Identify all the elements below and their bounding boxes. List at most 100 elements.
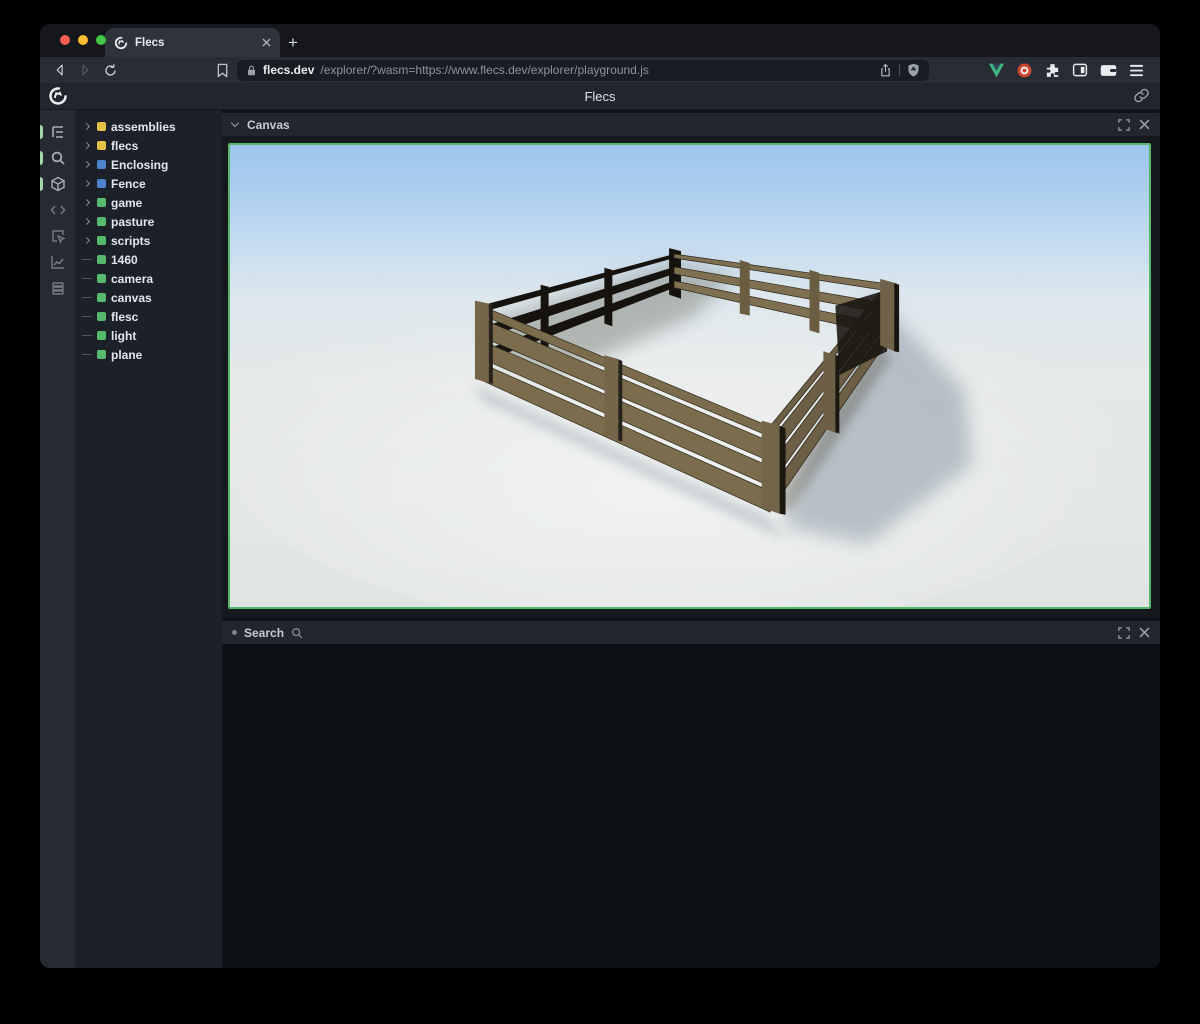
search-panel-title: Search <box>244 626 284 640</box>
canvas-panel-header[interactable]: Canvas <box>222 113 1160 136</box>
tree-item-label: assemblies <box>111 120 176 134</box>
share-icon[interactable] <box>879 63 892 78</box>
toolrail-button-entities-3d[interactable] <box>40 171 75 197</box>
tree-item-label: flecs <box>111 139 138 153</box>
tree-item-label: light <box>111 329 136 343</box>
zoom-window-button[interactable] <box>96 35 106 45</box>
tree-item-light[interactable]: light <box>75 326 222 345</box>
entity-color-swatch <box>97 141 106 150</box>
browser-window: Flecs + <box>40 24 1160 968</box>
entity-color-swatch <box>97 293 106 302</box>
close-panel-icon[interactable] <box>1139 119 1150 130</box>
reload-button[interactable] <box>100 60 120 80</box>
entity-color-swatch <box>97 160 106 169</box>
bookmark-icon[interactable] <box>212 60 232 80</box>
tree-item-plane[interactable]: plane <box>75 345 222 364</box>
red-extension-icon[interactable] <box>1014 60 1034 80</box>
extensions-puzzle-icon[interactable] <box>1042 60 1062 80</box>
tree-item-label: canvas <box>111 291 152 305</box>
expand-chevron-icon[interactable] <box>82 141 92 151</box>
reader-mode-icon[interactable] <box>1070 60 1090 80</box>
flecs-favicon-icon <box>114 36 128 50</box>
tree-item-canvas[interactable]: canvas <box>75 288 222 307</box>
shield-icon[interactable] <box>907 63 920 77</box>
tree-item-label: camera <box>111 272 153 286</box>
expand-chevron-icon[interactable] <box>82 160 92 170</box>
vue-devtools-extension-icon[interactable] <box>986 60 1006 80</box>
divider <box>899 64 900 76</box>
browser-tab[interactable]: Flecs <box>105 28 280 57</box>
toolrail-button-query[interactable] <box>40 145 75 171</box>
menu-icon[interactable] <box>1126 60 1146 80</box>
collapsed-bullet-icon[interactable] <box>232 630 237 635</box>
fullscreen-icon[interactable] <box>1118 627 1130 639</box>
search-panel-body[interactable] <box>222 644 1160 968</box>
tree-item-Fence[interactable]: Fence <box>75 174 222 193</box>
forward-button[interactable] <box>75 60 95 80</box>
active-indicator <box>40 151 43 165</box>
tree-item-camera[interactable]: camera <box>75 269 222 288</box>
url-bar[interactable]: flecs.dev/explorer/?wasm=https://www.fle… <box>237 60 929 81</box>
canvas-panel-body <box>222 136 1160 617</box>
tree-item-pasture[interactable]: pasture <box>75 212 222 231</box>
active-indicator <box>40 125 43 139</box>
chevron-down-icon[interactable] <box>232 121 240 129</box>
entity-tree-panel: assemblies flecs Enclosing Fence game pa… <box>75 110 222 968</box>
toolrail-button-scripts[interactable] <box>40 197 75 223</box>
app-header: Flecs <box>40 83 1160 110</box>
tree-item-scripts[interactable]: scripts <box>75 231 222 250</box>
toolrail-button-stats[interactable] <box>40 249 75 275</box>
wallet-icon[interactable] <box>1098 60 1118 80</box>
expand-chevron-icon[interactable] <box>82 122 92 132</box>
fence-3d-scene <box>230 145 1149 607</box>
entity-color-swatch <box>97 274 106 283</box>
close-tab-icon[interactable] <box>262 38 271 47</box>
inspect-icon <box>50 228 66 244</box>
minimize-window-button[interactable] <box>78 35 88 45</box>
tree-item-label: 1460 <box>111 253 138 267</box>
active-indicator <box>40 177 43 191</box>
3d-viewport[interactable] <box>228 143 1151 609</box>
chart-icon <box>50 254 66 270</box>
outliner-icon <box>50 124 66 140</box>
search-panel-header[interactable]: Search <box>222 621 1160 644</box>
tree-item-label: game <box>111 196 142 210</box>
browser-toolbar: flecs.dev/explorer/?wasm=https://www.fle… <box>40 57 1160 83</box>
tree-item-game[interactable]: game <box>75 193 222 212</box>
tree-item-flesc[interactable]: flesc <box>75 307 222 326</box>
tree-item-assemblies[interactable]: assemblies <box>75 117 222 136</box>
expand-chevron-icon[interactable] <box>82 217 92 227</box>
expand-chevron-icon[interactable] <box>82 198 92 208</box>
entity-color-swatch <box>97 350 106 359</box>
close-panel-icon[interactable] <box>1139 627 1150 638</box>
tree-item-Enclosing[interactable]: Enclosing <box>75 155 222 174</box>
tree-branch-line <box>82 350 92 360</box>
toolrail-button-entity-tree[interactable] <box>40 119 75 145</box>
tree-branch-line <box>82 312 92 322</box>
lock-icon <box>246 64 257 77</box>
back-button[interactable] <box>50 60 70 80</box>
tree-branch-line <box>82 331 92 341</box>
share-link-icon[interactable] <box>1133 87 1150 104</box>
tree-item-1460[interactable]: 1460 <box>75 250 222 269</box>
entity-color-swatch <box>97 179 106 188</box>
entity-color-swatch <box>97 312 106 321</box>
toolrail-button-inspector[interactable] <box>40 223 75 249</box>
close-window-button[interactable] <box>60 35 70 45</box>
app-body: assemblies flecs Enclosing Fence game pa… <box>40 110 1160 968</box>
tree-item-flecs[interactable]: flecs <box>75 136 222 155</box>
toolrail-button-tables[interactable] <box>40 275 75 301</box>
cube-icon <box>50 176 66 192</box>
fullscreen-icon[interactable] <box>1118 119 1130 131</box>
tool-rail <box>40 110 75 968</box>
tree-item-label: flesc <box>111 310 138 324</box>
tree-item-label: Fence <box>111 177 146 191</box>
entity-color-swatch <box>97 217 106 226</box>
expand-chevron-icon[interactable] <box>82 179 92 189</box>
desktop-background: Flecs + <box>0 0 1200 1024</box>
new-tab-button[interactable]: + <box>280 28 306 57</box>
expand-chevron-icon[interactable] <box>82 236 92 246</box>
flecs-explorer-app: Flecs assemblies flecs Enclosing Fence g… <box>40 83 1160 968</box>
stack-icon <box>50 280 66 296</box>
traffic-lights <box>60 35 106 45</box>
